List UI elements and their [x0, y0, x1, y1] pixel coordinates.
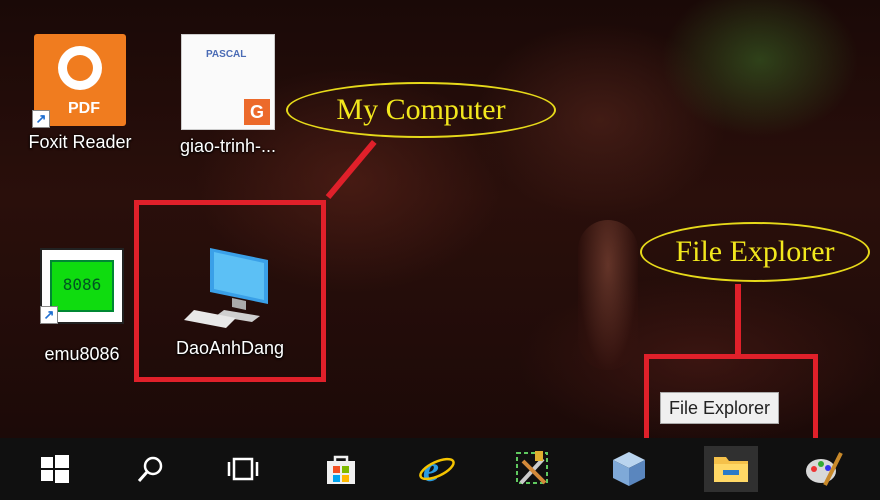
- file-explorer-pointer-line: [735, 284, 741, 356]
- search-icon[interactable]: [128, 446, 174, 492]
- file-explorer-tooltip: File Explorer: [660, 392, 780, 424]
- file-explorer-icon[interactable]: [704, 446, 758, 492]
- foxit-pdf-icon: PDF ↗: [32, 34, 126, 128]
- pascal-document-icon: PASCAL G: [181, 34, 275, 130]
- my-computer-pointer-line: [325, 140, 377, 200]
- internet-explorer-icon[interactable]: e: [414, 446, 460, 492]
- desktop-icon-label: emu8086: [44, 344, 120, 364]
- file-explorer-callout: File Explorer: [640, 222, 870, 282]
- desktop: PDF ↗ Foxit Reader PASCAL G giao-trinh-.…: [0, 0, 880, 438]
- doc-badge: G: [244, 99, 270, 125]
- wallpaper-post: [578, 220, 638, 370]
- taskbar: e: [0, 438, 880, 500]
- chip-text: 8086: [50, 260, 114, 312]
- desktop-icon-foxit-reader[interactable]: PDF ↗ Foxit Reader: [20, 34, 140, 153]
- desktop-icon-label: Foxit Reader: [28, 132, 132, 152]
- doc-title-text: PASCAL: [206, 49, 247, 60]
- tools-icon[interactable]: [510, 446, 556, 492]
- desktop-icon-label: giao-trinh-...: [179, 136, 277, 156]
- my-computer-callout: My Computer: [286, 82, 556, 138]
- shortcut-arrow-icon: ↗: [32, 110, 50, 128]
- cube-app-icon[interactable]: [606, 446, 652, 492]
- desktop-icon-giao-trinh[interactable]: PASCAL G giao-trinh-...: [168, 34, 288, 157]
- emu8086-chip-icon: 8086 ↗: [40, 248, 124, 324]
- shortcut-arrow-icon: ↗: [40, 306, 58, 324]
- task-view-icon[interactable]: [220, 446, 266, 492]
- desktop-icon-emu8086[interactable]: 8086 ↗ emu8086: [22, 248, 142, 365]
- windows-start-icon[interactable]: [32, 446, 78, 492]
- store-icon[interactable]: [318, 446, 364, 492]
- my-computer-highlight-box: [134, 200, 326, 382]
- pdf-text: PDF: [68, 100, 100, 117]
- paint-icon[interactable]: [800, 446, 846, 492]
